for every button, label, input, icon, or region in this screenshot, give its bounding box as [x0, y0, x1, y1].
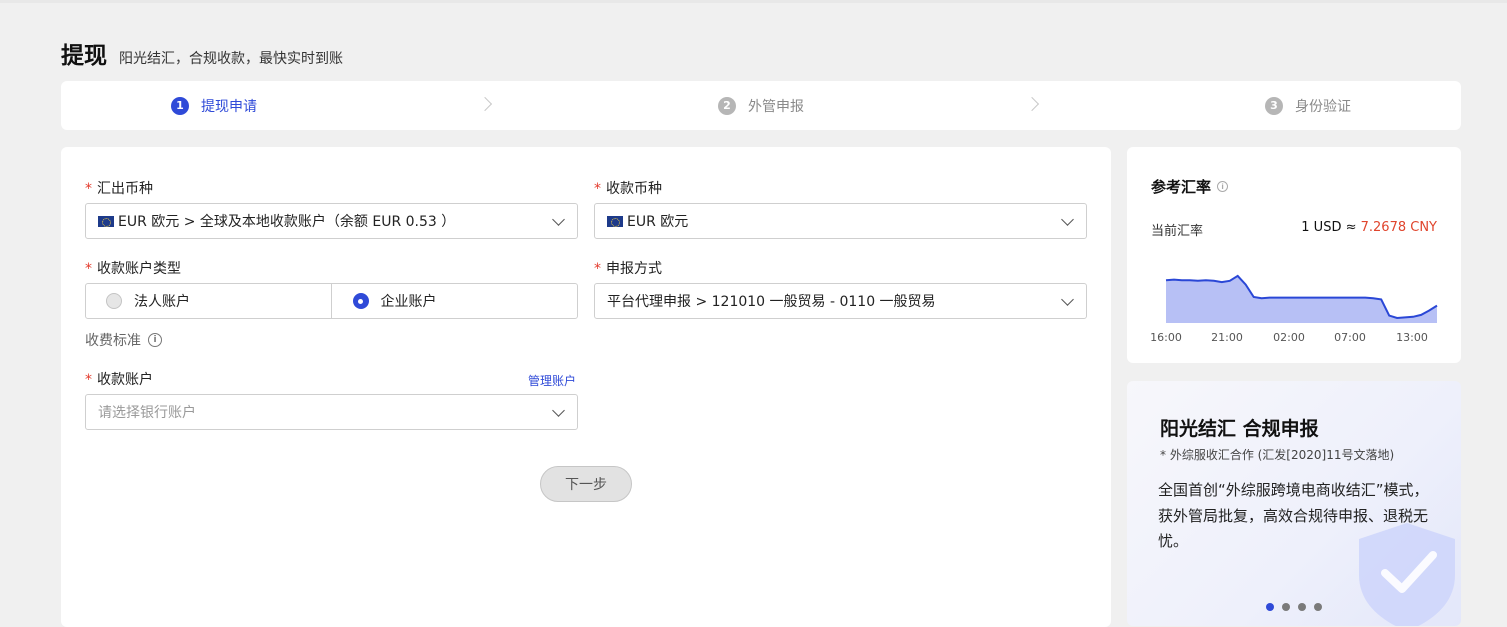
fee-standard: 收费标准 i: [85, 330, 162, 350]
step-declare: 2 外管申报: [718, 81, 804, 130]
manage-account-link[interactable]: 管理账户: [528, 372, 576, 389]
page-header: 提现 阳光结汇，合规收款，最快实时到账: [61, 36, 343, 70]
eu-flag-icon: [98, 215, 114, 227]
reference-rate-card: 参考汇率 i 当前汇率 1 USD ≈ 7.2678 CNY 16:00 21:0…: [1127, 147, 1461, 363]
remit-currency-select[interactable]: EUR 欧元 > 全球及本地收款账户（余额 EUR 0.53 ）: [85, 203, 578, 239]
declare-method-select[interactable]: 平台代理申报 > 121010 一般贸易 - 0110 一般贸易: [594, 283, 1087, 319]
chevron-down-icon: [552, 404, 565, 417]
chevron-right-icon: [1024, 96, 1040, 112]
next-step-button[interactable]: 下一步: [540, 466, 632, 502]
x-tick-label: 21:00: [1211, 331, 1243, 344]
receive-account-label: * 收款账户: [85, 372, 153, 388]
receive-currency-label: * 收款币种: [594, 181, 662, 197]
remit-currency-label: * 汇出币种: [85, 181, 153, 197]
step-number: 2: [718, 96, 736, 115]
step-label: 提现申请: [201, 98, 257, 115]
promo-title: 阳光结汇 合规申报: [1160, 418, 1319, 440]
receive-currency-value: EUR 欧元: [627, 214, 689, 230]
step-number: 3: [1265, 96, 1283, 115]
radio-unchecked-icon: [106, 293, 122, 309]
step-label: 身份验证: [1295, 98, 1351, 115]
chevron-down-icon: [552, 213, 565, 226]
eu-flag-icon: [607, 215, 623, 227]
chevron-right-icon: [477, 96, 493, 112]
declare-method-label: * 申报方式: [594, 261, 662, 277]
radio-enterprise[interactable]: 企业账户: [330, 284, 578, 318]
page-title: 提现: [61, 43, 107, 69]
x-tick-label: 02:00: [1273, 331, 1305, 344]
info-icon[interactable]: i: [1217, 181, 1229, 192]
x-tick-label: 16:00: [1150, 331, 1182, 344]
rate-title: 参考汇率 i: [1151, 176, 1229, 197]
x-tick-label: 13:00: [1396, 331, 1428, 344]
current-rate-label: 当前汇率: [1151, 224, 1204, 239]
carousel-dot[interactable]: [1314, 603, 1322, 611]
declare-method-value: 平台代理申报 > 121010 一般贸易 - 0110 一般贸易: [607, 294, 936, 310]
carousel-dot[interactable]: [1266, 603, 1274, 611]
radio-label: 企业账户: [380, 294, 437, 310]
chevron-down-icon: [1061, 213, 1074, 226]
x-tick-label: 07:00: [1334, 331, 1366, 344]
step-verify: 3 身份验证: [1265, 81, 1351, 130]
rate-area-fill: [1166, 275, 1437, 323]
account-type-radio-group: 法人账户 企业账户: [85, 283, 578, 319]
chevron-down-icon: [1061, 293, 1074, 306]
step-number: 1: [171, 96, 189, 115]
promo-note: * 外综服收汇合作 (汇发[2020]11号文落地): [1160, 448, 1395, 462]
carousel-dot[interactable]: [1282, 603, 1290, 611]
promo-banner[interactable]: 阳光结汇 合规申报 * 外综服收汇合作 (汇发[2020]11号文落地) 全国首…: [1127, 381, 1461, 626]
radio-legal-person[interactable]: 法人账户: [86, 284, 331, 318]
account-type-label: * 收款账户类型: [85, 261, 181, 277]
info-icon[interactable]: i: [148, 333, 162, 347]
radio-checked-icon: [352, 293, 369, 309]
withdraw-form: * 汇出币种 EUR 欧元 > 全球及本地收款账户（余额 EUR 0.53 ） *…: [61, 147, 1111, 627]
radio-label: 法人账户: [134, 294, 190, 310]
receive-currency-select[interactable]: EUR 欧元: [594, 203, 1087, 239]
carousel-dot[interactable]: [1298, 603, 1306, 611]
fee-standard-label: 收费标准: [85, 333, 141, 349]
x-axis-ticks: 16:00 21:00 02:00 07:00 13:00: [1150, 331, 1428, 344]
page-subtitle: 阳光结汇，合规收款，最快实时到账: [119, 51, 343, 67]
step-apply: 1 提现申请: [171, 81, 257, 130]
steps-bar: 1 提现申请 2 外管申报 3 身份验证: [61, 81, 1461, 130]
receive-account-placeholder: 请选择银行账户: [98, 405, 196, 421]
remit-currency-value: EUR 欧元 > 全球及本地收款账户（余额 EUR 0.53 ）: [118, 214, 456, 230]
top-divider: [0, 0, 1507, 3]
shield-check-icon: [1359, 523, 1455, 626]
current-rate-value: 1 USD ≈ 7.2678 CNY: [1301, 220, 1437, 235]
carousel-dots: [1266, 603, 1322, 611]
receive-account-select[interactable]: 请选择银行账户: [85, 394, 578, 430]
rate-trend-chart: 16:00 21:00 02:00 07:00 13:00: [1150, 274, 1438, 344]
step-label: 外管申报: [748, 98, 804, 115]
